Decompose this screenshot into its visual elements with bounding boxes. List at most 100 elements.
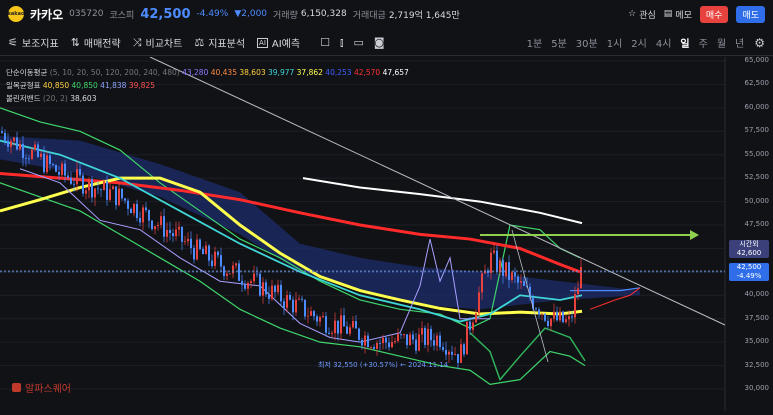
candle-body [37, 144, 39, 157]
memo-button[interactable]: ▤ 메모 [664, 8, 692, 21]
candle-body [511, 272, 513, 280]
ichimoku-cloud [0, 135, 640, 310]
ma-legend[interactable]: 단순이동평균 (5, 10, 20, 50, 120, 200, 240, 48… [6, 66, 409, 79]
candle-body [430, 328, 432, 341]
candle-body [334, 320, 336, 334]
indicator-analysis-button[interactable]: ⚖ 지표분석 [194, 35, 245, 50]
candle-body [133, 203, 135, 214]
candle-body [397, 334, 399, 342]
ma-value-3: 39,977 [268, 68, 297, 77]
candle-body [451, 351, 453, 355]
candle-body [61, 163, 63, 175]
current-price-tag: 42,500 -4.49% [729, 263, 769, 281]
sliders-icon: ⚟ [8, 36, 18, 49]
indicator-legend: 단순이동평균 (5, 10, 20, 50, 120, 200, 240, 48… [6, 66, 409, 105]
candle-body [196, 239, 198, 260]
candle-body [244, 284, 246, 289]
period-4[interactable]: 2시 [631, 35, 647, 50]
candle-body [109, 189, 111, 200]
ichimoku-legend[interactable]: 일목균형표 40,850 40,850 41,838 39,825 [6, 79, 409, 92]
candle-body [214, 251, 216, 266]
ma-value-6: 42,570 [353, 68, 383, 77]
candle-body [199, 239, 201, 249]
gear-icon[interactable]: ⚙ [754, 36, 765, 50]
candle-type-icon[interactable]: ⫾ [340, 36, 344, 50]
candle-body [82, 175, 84, 194]
candle-body [328, 332, 330, 334]
candle-body [178, 226, 180, 230]
candle-body [436, 335, 438, 346]
strategy-icon: ⇅ [70, 36, 80, 49]
trade-strategy-button[interactable]: ⇅ 매매전략 [71, 35, 121, 50]
candle-body [295, 299, 297, 313]
candle-body [394, 341, 396, 343]
candle-body [94, 188, 96, 198]
candle-body [301, 298, 303, 300]
candle-body [118, 188, 120, 206]
camera-icon[interactable]: ◙ [374, 36, 385, 50]
ma-value-7: 47,657 [382, 68, 409, 77]
candle-body [292, 299, 294, 313]
bollinger-values: 38,603 [70, 94, 96, 103]
ai-forecast-button[interactable]: AI AI예측 [257, 35, 300, 50]
candle-body [235, 263, 237, 266]
candle-body [241, 280, 243, 285]
period-3[interactable]: 1시 [607, 35, 623, 50]
stock-code: 035720 [69, 9, 104, 19]
period-8[interactable]: 월 [717, 35, 726, 50]
stock-header: kakao 카카오 035720 코스피 42,500 -4.49% ▼2,00… [0, 0, 773, 28]
layout-square-icon[interactable]: ☐ [320, 36, 330, 50]
candle-body [220, 255, 222, 267]
candle-body [97, 188, 99, 190]
candle-body [259, 273, 261, 296]
candle-body [103, 181, 105, 191]
candle-body [364, 335, 366, 346]
trade-strategy-label: 매매전략 [83, 39, 121, 50]
watchlist-button[interactable]: ☆ 관심 [628, 8, 656, 21]
buy-button[interactable]: 매수 [699, 5, 729, 23]
period-0[interactable]: 1분 [527, 35, 543, 50]
ma-params: (5, 10, 20, 50, 120, 200, 240, 480) [49, 68, 180, 77]
price-chart[interactable] [0, 56, 773, 411]
period-1[interactable]: 5분 [551, 35, 567, 50]
candle-body [316, 316, 318, 322]
compare-chart-label: 비교차트 [145, 39, 183, 50]
ichimoku-value-3: 39,825 [128, 81, 156, 90]
candle-body [322, 316, 324, 318]
stock-name[interactable]: 카카오 [30, 6, 63, 23]
aux-indicator-button[interactable]: ⚟ 보조지표 [8, 35, 59, 50]
candle-body [73, 183, 75, 185]
candle-body [55, 164, 57, 172]
candle-body [148, 210, 150, 221]
compare-chart-button[interactable]: ⤨ 비교차트 [133, 35, 183, 51]
period-5[interactable]: 4시 [656, 35, 672, 50]
period-6[interactable]: 일 [680, 35, 689, 50]
candle-body [544, 313, 546, 321]
candle-body [256, 273, 258, 275]
candle-body [184, 241, 186, 243]
candle-body [580, 267, 582, 289]
candle-body [349, 327, 351, 334]
period-7[interactable]: 주 [699, 35, 708, 50]
candle-body [46, 155, 48, 173]
candle-body [10, 141, 12, 147]
candle-body [85, 190, 87, 194]
header-actions: ☆ 관심 ▤ 메모 매수 매도 [628, 5, 765, 23]
sell-button[interactable]: 매도 [736, 5, 765, 23]
candle-body [307, 315, 309, 317]
candle-body [535, 308, 537, 310]
price-axis-tick-1: 62,500 [744, 79, 770, 88]
period-9[interactable]: 년 [735, 35, 744, 50]
candle-body [277, 284, 279, 293]
candle-body [154, 226, 156, 230]
drawing-tool-icon[interactable]: ▭ [354, 36, 364, 50]
candle-body [571, 316, 573, 318]
candle-body [190, 238, 192, 249]
candle-body [151, 220, 153, 230]
candle-body [454, 353, 456, 355]
chart-canvas[interactable] [0, 56, 773, 411]
candle-body [262, 282, 264, 296]
price-axis-tick-10: 40,000 [744, 290, 770, 299]
bollinger-legend[interactable]: 볼린저밴드 (20, 2) 38,603 [6, 92, 409, 105]
period-2[interactable]: 30분 [576, 35, 598, 50]
